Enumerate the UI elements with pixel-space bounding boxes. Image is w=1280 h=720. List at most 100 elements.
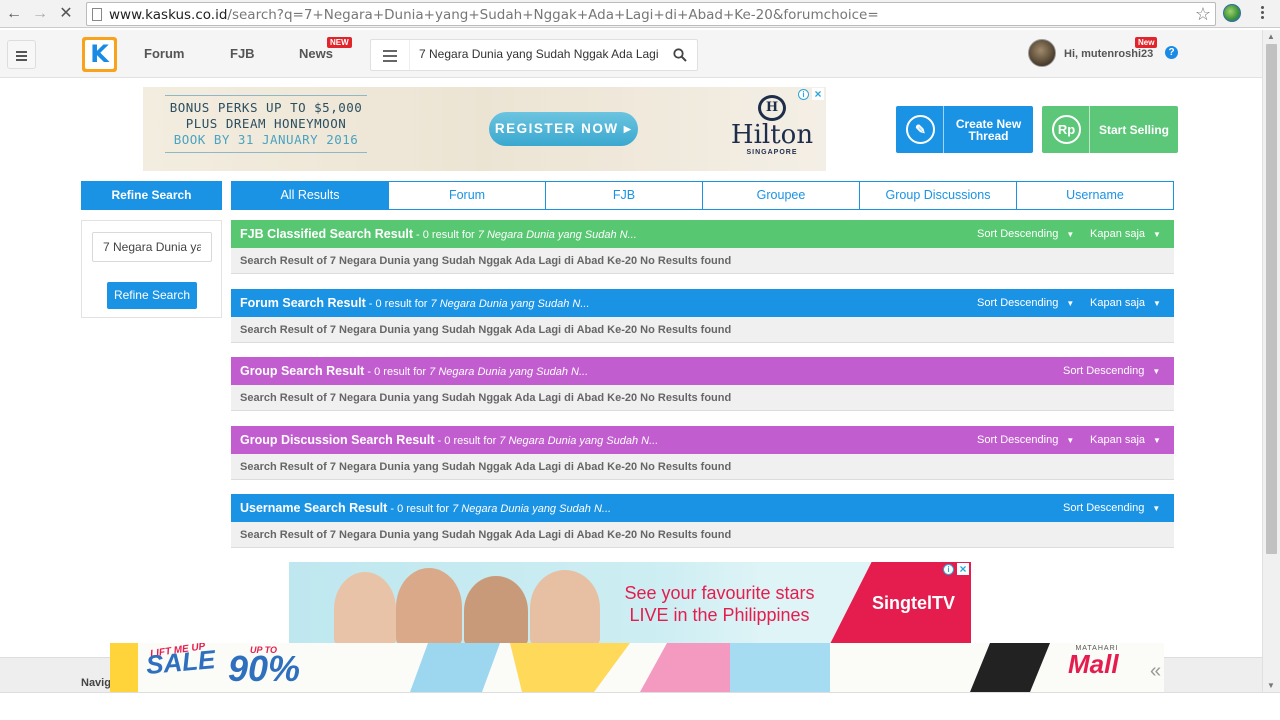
kaskus-logo[interactable]: K [82,37,117,72]
close-ad-icon[interactable]: × [812,88,824,100]
sort-label: Sort Descending [977,228,1059,240]
user-avatar[interactable] [1028,39,1056,67]
result-title[interactable]: Username Search Result [240,501,387,515]
decor-stripe [110,643,138,692]
search-input[interactable] [419,47,659,61]
adchoices-icon[interactable]: i [798,89,809,100]
nav-fjb[interactable]: FJB [230,46,255,61]
result-title[interactable]: Group Discussion Search Result [240,433,435,447]
back-arrow-icon[interactable]: ← [4,4,24,24]
refine-search-title: Refine Search [81,181,222,210]
decor-stripe [510,643,630,692]
result-query: 7 Negara Dunia yang Sudah N... [477,229,637,241]
time-dropdown[interactable]: Kapan saja ▼ [1090,289,1161,318]
result-count: - 0 result for [412,229,478,241]
caret-down-icon: ▼ [1153,230,1161,239]
browser-toolbar: ← → ✕ www.kaskus.co.id/search?q=7+Negara… [0,0,1280,28]
decor-stripe [410,643,500,692]
result-title[interactable]: FJB Classified Search Result [240,227,413,241]
create-new-thread-button[interactable]: ✎ Create New Thread [896,106,1033,153]
result-body: Search Result of 7 Negara Dunia yang Sud… [231,522,1174,548]
mall-brand: Mall [1068,649,1119,679]
result-title[interactable]: Group Search Result [240,364,364,378]
kaskus-k-icon: K [85,40,114,69]
stop-loading-icon[interactable]: ✕ [56,4,76,24]
nav-news[interactable]: News [299,46,333,61]
decor-stripe [970,643,1050,692]
mall-sale-text: SALE [144,644,217,680]
create-thread-label: Create New Thread [955,116,1022,143]
start-selling-icon-cell: Rp [1042,106,1090,153]
celebrity-figure [530,570,600,646]
help-icon[interactable]: ? [1165,46,1178,59]
window-bottom [0,692,1280,720]
refine-search-input[interactable] [92,232,212,262]
search-divider [409,40,410,70]
hilton-ad-banner[interactable]: BONUS PERKS UP TO $5,000 PLUS DREAM HONE… [143,87,826,171]
tab-forum[interactable]: Forum [389,182,546,209]
refine-search-button[interactable]: Refine Search [107,282,197,309]
hilton-brand: Hilton [730,120,814,150]
collapse-ad-icon[interactable]: « [1150,660,1161,683]
page: ← → ✕ www.kaskus.co.id/search?q=7+Negara… [0,0,1280,720]
result-count: - 0 result for [365,298,431,310]
address-url[interactable]: www.kaskus.co.id/search?q=7+Negara+Dunia… [109,7,879,23]
promo-line-3: BOOK BY 31 JANUARY 2016 [173,132,359,147]
forward-arrow-icon[interactable]: → [30,4,50,24]
start-selling-label: Start Selling [1098,122,1169,137]
decor-stripe [640,643,730,692]
footer-navigation-label[interactable]: Navig [81,677,111,689]
caret-down-icon: ▼ [1153,299,1161,308]
singtel-line-1: See your favourite stars [624,583,815,603]
news-new-badge: NEW [327,37,352,48]
sort-dropdown[interactable]: Sort Descending ▼ [977,426,1074,455]
page-scrollbar[interactable]: ▲ ▼ [1262,30,1280,692]
address-bar[interactable]: www.kaskus.co.id/search?q=7+Negara+Dunia… [86,2,1216,26]
adchoices-icon[interactable]: i [943,564,954,575]
sort-dropdown[interactable]: Sort Descending ▼ [1063,494,1160,523]
result-title[interactable]: Forum Search Result [240,296,366,310]
result-query: 7 Negara Dunia yang Sudah N... [429,366,589,378]
result-header: Username Search Result - 0 result for 7 … [231,494,1174,522]
singtel-ad-banner[interactable]: See your favourite stars LIVE in the Phi… [289,562,971,646]
nav-forum[interactable]: Forum [144,46,184,61]
singtel-line-2: LIVE in the Philippines [629,605,810,625]
decor-stripe [730,643,830,692]
result-count: - 0 result for [364,366,430,378]
extension-globe-icon[interactable] [1223,4,1241,22]
pencil-icon: ✎ [906,115,935,144]
tab-groupee[interactable]: Groupee [703,182,860,209]
close-ad-icon[interactable]: × [957,563,969,575]
hamburger-menu-icon[interactable] [7,40,36,69]
search-filter-icon[interactable] [383,50,397,65]
start-selling-button[interactable]: Rp Start Selling [1042,106,1178,153]
time-dropdown[interactable]: Kapan saja ▼ [1090,426,1161,455]
result-header: FJB Classified Search Result - 0 result … [231,220,1174,248]
tab-fjb[interactable]: FJB [546,182,703,209]
scroll-up-icon[interactable]: ▲ [1267,32,1275,41]
bookmark-star-icon[interactable]: ☆ [1195,4,1211,25]
tab-all-results[interactable]: All Results [232,182,389,209]
promo-line-1: BONUS PERKS UP TO $5,000 [169,100,363,115]
register-now-button[interactable]: REGISTER NOW ▸ [489,112,638,146]
forum-result-section: Forum Search Result - 0 result for 7 Neg… [231,289,1174,343]
mataharimall-ad-banner[interactable]: LIFT ME UP SALE UP TO 90% MATAHARI Mall [110,643,1164,692]
sort-dropdown[interactable]: Sort Descending ▼ [977,289,1074,318]
tab-username[interactable]: Username [1017,182,1173,209]
sort-dropdown[interactable]: Sort Descending ▼ [1063,357,1160,386]
scroll-down-icon[interactable]: ▼ [1267,681,1275,690]
create-thread-icon-cell: ✎ [896,106,944,153]
time-dropdown[interactable]: Kapan saja ▼ [1090,220,1161,249]
time-label: Kapan saja [1090,297,1146,309]
search-icon[interactable] [673,48,687,62]
sort-label: Sort Descending [1063,502,1145,514]
browser-menu-icon[interactable] [1254,4,1270,24]
result-count: - 0 result for [387,503,453,515]
hilton-logo: H Hilton SINGAPORE [730,95,814,156]
result-body: Search Result of 7 Negara Dunia yang Sud… [231,454,1174,480]
user-greeting[interactable]: Hi, mutenroshi23 [1064,48,1153,60]
caret-down-icon: ▼ [1066,299,1075,308]
scrollbar-thumb[interactable] [1266,44,1277,554]
tab-group-discussions[interactable]: Group Discussions [860,182,1017,209]
sort-dropdown[interactable]: Sort Descending ▼ [977,220,1074,249]
